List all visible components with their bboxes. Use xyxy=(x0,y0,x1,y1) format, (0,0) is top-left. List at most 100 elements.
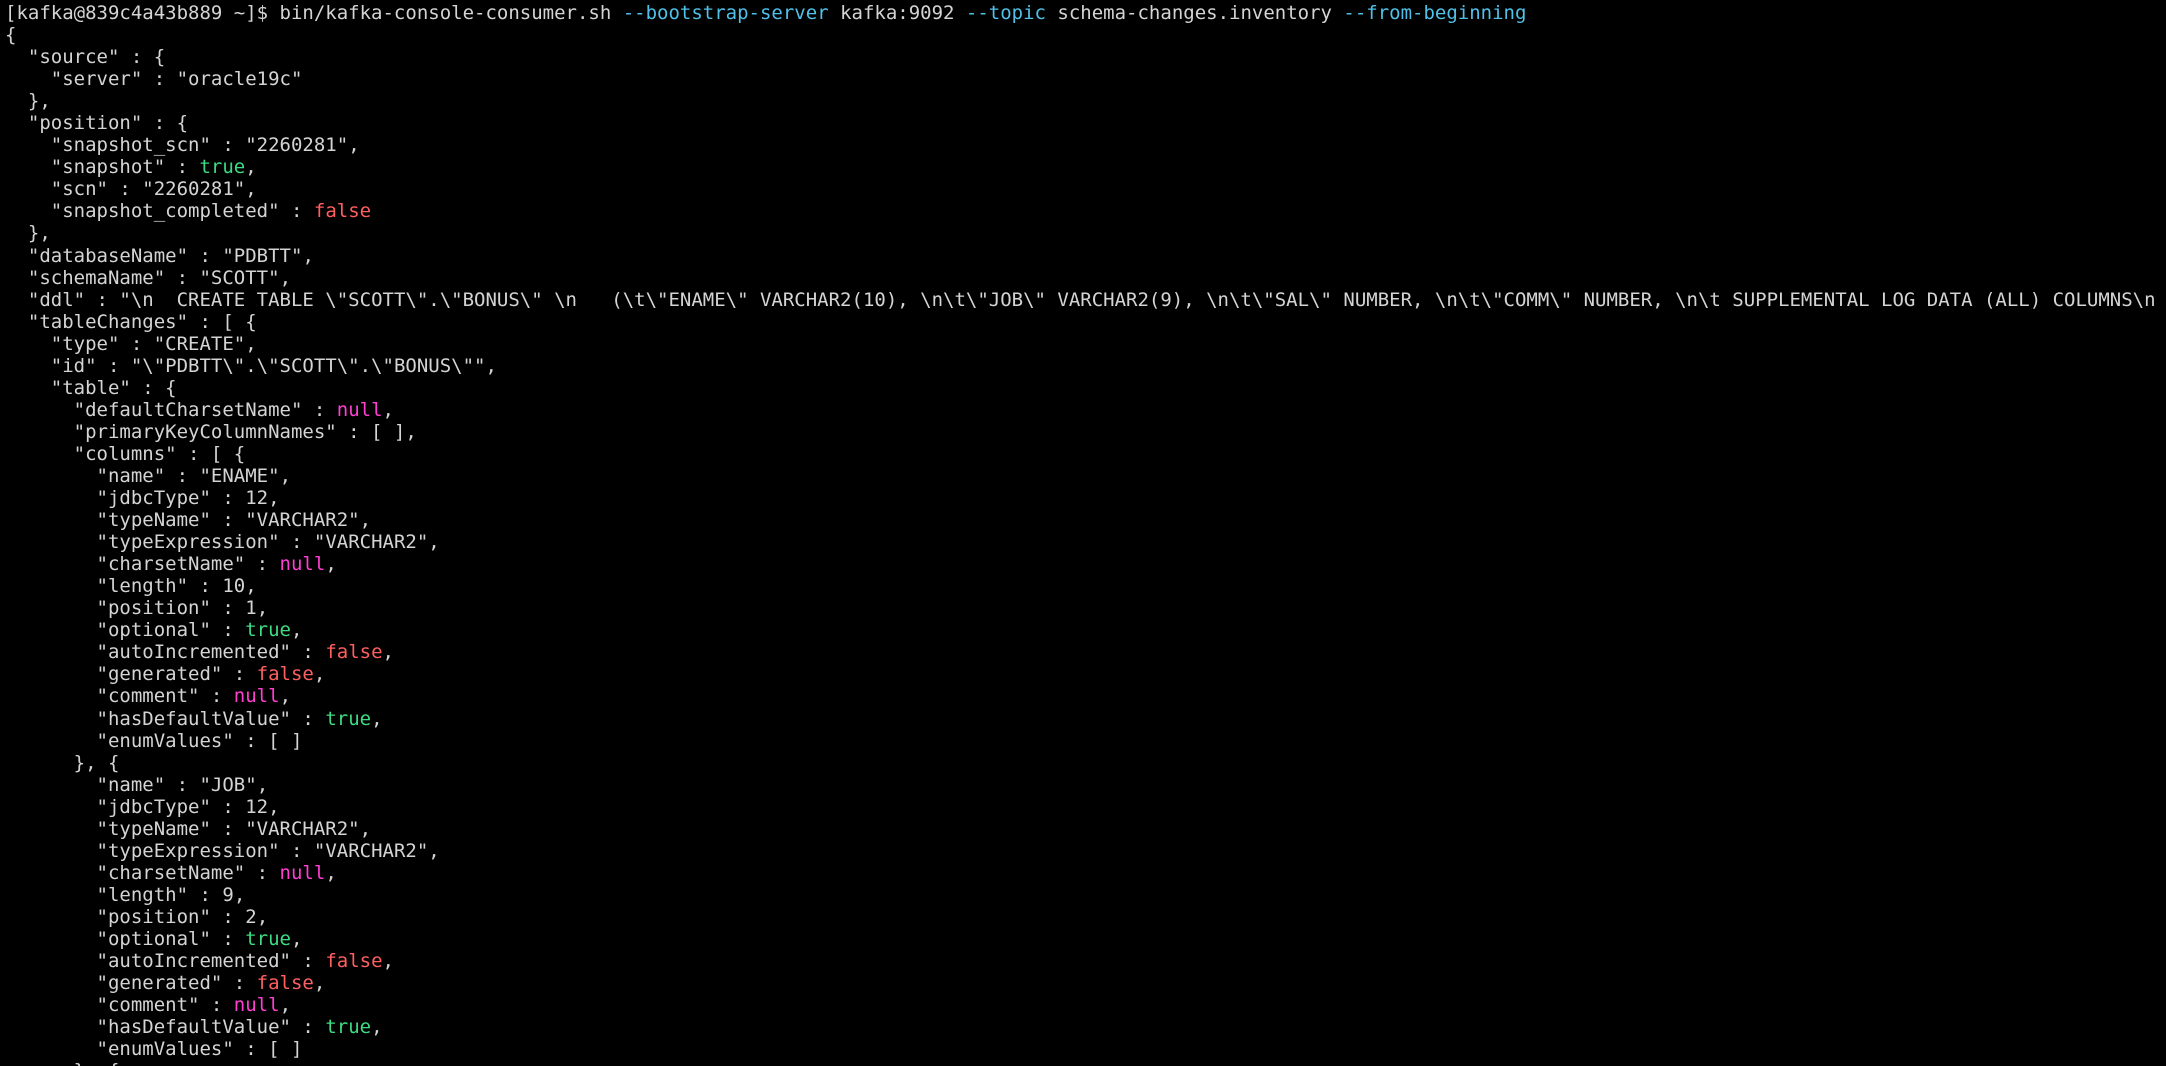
json-punctuation: , xyxy=(256,905,269,928)
output-line: "typeName" : "VARCHAR2", xyxy=(5,818,2166,840)
output-line: "tableChanges" : [ { xyxy=(5,311,2166,333)
json-punctuation: : xyxy=(107,178,143,201)
json-number-value: 12 xyxy=(245,795,269,818)
json-boolean-true: true xyxy=(199,156,246,179)
command-argument: schema-changes.inventory xyxy=(1045,2,1344,24)
json-punctuation: , xyxy=(348,134,360,157)
output-line: "primaryKeyColumnNames" : [ ], xyxy=(5,421,2166,443)
json-key: "name" xyxy=(5,773,166,796)
json-string-value: "ENAME" xyxy=(199,464,280,487)
json-null-value: null xyxy=(233,685,280,708)
json-null-value: null xyxy=(233,994,280,1017)
json-key: "position" xyxy=(5,112,143,135)
json-punctuation: : xyxy=(290,641,326,664)
output-line: "snapshot" : true, xyxy=(5,156,2166,178)
json-key: "typeName" xyxy=(5,509,211,532)
json-punctuation: , xyxy=(313,663,326,686)
json-punctuation: }, { xyxy=(5,751,120,774)
output-line: "jdbcType" : 12, xyxy=(5,796,2166,818)
json-punctuation: : xyxy=(210,927,246,950)
output-line: "autoIncremented" : false, xyxy=(5,641,2166,663)
json-punctuation: : xyxy=(85,288,120,311)
json-string-value: "2260281" xyxy=(142,178,246,201)
output-line: "length" : 9, xyxy=(5,884,2166,906)
json-punctuation: : xyxy=(210,619,246,642)
output-line: "generated" : false, xyxy=(5,663,2166,685)
json-punctuation: : xyxy=(222,972,257,995)
json-punctuation: : xyxy=(96,354,131,377)
json-punctuation: , xyxy=(382,641,394,664)
json-punctuation: , xyxy=(313,972,326,995)
output-line: "schemaName" : "SCOTT", xyxy=(5,267,2166,289)
output-line: "autoIncremented" : false, xyxy=(5,950,2166,972)
json-boolean-false: false xyxy=(256,663,314,686)
command-flag: --bootstrap-server xyxy=(622,2,829,24)
output-line: "table" : { xyxy=(5,377,2166,399)
json-key: "snapshot" xyxy=(5,156,166,179)
json-boolean-true: true xyxy=(245,927,291,950)
json-punctuation: : { xyxy=(130,376,177,399)
json-punctuation: , xyxy=(371,1016,383,1039)
command-flag: --from-beginning xyxy=(1343,2,1527,24)
json-punctuation: : xyxy=(142,68,177,91)
json-key: "tableChanges" xyxy=(5,310,189,333)
terminal-window[interactable]: [kafka@839c4a43b889 ~]$ bin/kafka-consol… xyxy=(0,0,2166,1066)
output-line: "position" : 2, xyxy=(5,906,2166,928)
json-string-value: "VARCHAR2" xyxy=(313,839,429,862)
terminal-output[interactable]: [kafka@839c4a43b889 ~]$ bin/kafka-consol… xyxy=(5,2,2166,1066)
json-key: "databaseName" xyxy=(5,244,189,267)
json-punctuation: , xyxy=(428,531,440,554)
output-line: }, xyxy=(5,90,2166,112)
json-number-value: 1 xyxy=(245,597,257,620)
json-string-value: "\n CREATE TABLE \"SCOTT\".\"BONUS\" \n … xyxy=(119,288,2166,311)
json-punctuation: : xyxy=(210,795,246,818)
json-boolean-false: false xyxy=(325,950,383,973)
output-line: "enumValues" : [ ] xyxy=(5,1038,2166,1060)
json-string-value: "JOB" xyxy=(199,773,257,796)
output-line: "comment" : null, xyxy=(5,685,2166,707)
command-argument: kafka:9092 xyxy=(828,2,966,24)
json-punctuation: : xyxy=(302,398,337,421)
json-punctuation: : [ ], xyxy=(336,420,417,443)
json-punctuation: : xyxy=(210,134,246,157)
json-punctuation: : [ { xyxy=(176,442,246,465)
output-line: "charsetName" : null, xyxy=(5,862,2166,884)
json-key: "snapshot_scn" xyxy=(5,134,211,157)
json-punctuation: , xyxy=(279,994,292,1017)
json-punctuation: : xyxy=(222,663,257,686)
json-punctuation: : xyxy=(199,685,234,708)
json-punctuation: , xyxy=(485,354,497,377)
json-punctuation: , xyxy=(291,927,303,950)
json-punctuation: : xyxy=(290,707,326,730)
output-line: "generated" : false, xyxy=(5,972,2166,994)
output-line: "jdbcType" : 12, xyxy=(5,487,2166,509)
json-boolean-true: true xyxy=(245,619,291,642)
json-punctuation: : [ ] xyxy=(233,1038,303,1061)
json-key: "table" xyxy=(5,376,131,399)
output-line: "typeName" : "VARCHAR2", xyxy=(5,509,2166,531)
output-line: "ddl" : "\n CREATE TABLE \"SCOTT\".\"BON… xyxy=(5,289,2166,311)
json-number-value: 10 xyxy=(222,575,246,598)
json-punctuation: : { xyxy=(119,46,166,69)
json-key: "hasDefaultValue" xyxy=(5,1016,291,1039)
json-punctuation: : xyxy=(188,883,223,906)
json-string-value: "\"PDBTT\".\"SCOTT\".\"BONUS\"" xyxy=(130,354,486,377)
output-line: "length" : 10, xyxy=(5,575,2166,597)
json-string-value: "VARCHAR2" xyxy=(245,817,360,840)
json-punctuation: : xyxy=(245,861,280,884)
json-key: "typeExpression" xyxy=(5,531,280,554)
output-line: }, { xyxy=(5,1060,2166,1066)
json-punctuation: : xyxy=(165,266,200,289)
json-punctuation: , xyxy=(233,883,246,906)
json-key: "defaultCharsetName" xyxy=(5,398,303,421)
json-punctuation: : xyxy=(279,531,314,554)
json-punctuation: , xyxy=(256,597,269,620)
json-number-value: 12 xyxy=(245,487,269,510)
output-line: { xyxy=(5,24,2166,46)
json-key: "columns" xyxy=(5,442,177,465)
json-string-value: "VARCHAR2" xyxy=(313,531,429,554)
output-line: "optional" : true, xyxy=(5,928,2166,950)
json-string-value: "CREATE" xyxy=(153,332,246,355)
output-line: }, { xyxy=(5,752,2166,774)
json-boolean-false: false xyxy=(256,972,314,995)
